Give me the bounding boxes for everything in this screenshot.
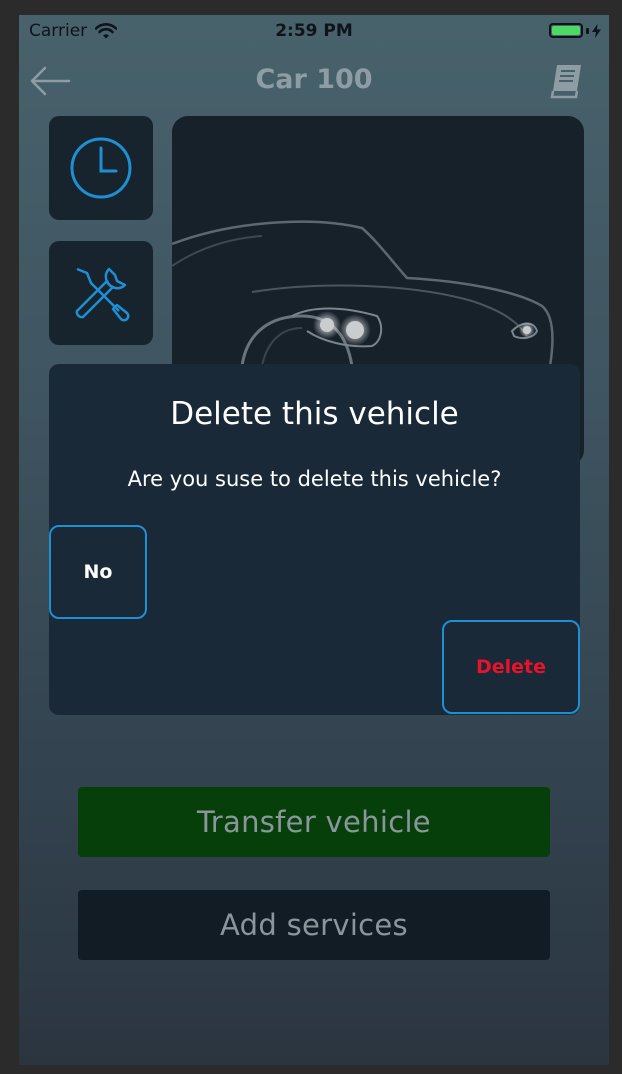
charging-bolt-icon — [592, 23, 601, 38]
clock-icon — [70, 137, 132, 199]
dialog-title: Delete this vehicle — [170, 396, 459, 432]
book-icon[interactable] — [547, 61, 587, 101]
no-button[interactable]: No — [49, 525, 147, 619]
app-screen: Carrier 2:59 PM Car 100 Transfer vehicle… — [19, 15, 609, 1065]
battery-indicator — [549, 23, 601, 38]
dialog-message: Are you suse to delete this vehicle? — [127, 467, 502, 491]
status-bar: Carrier 2:59 PM — [19, 15, 609, 49]
delete-button[interactable]: Delete — [442, 620, 580, 714]
history-button[interactable] — [49, 116, 153, 220]
status-time: 2:59 PM — [275, 21, 353, 41]
page-title: Car 100 — [255, 64, 373, 95]
add-services-button[interactable]: Add services — [78, 890, 550, 960]
battery-fill — [552, 26, 580, 35]
delete-dialog: Delete this vehicle Are you suse to dele… — [49, 364, 580, 715]
nav-bar: Car 100 — [19, 59, 609, 103]
wrench-screwdriver-icon — [75, 267, 130, 322]
transfer-vehicle-button[interactable]: Transfer vehicle — [78, 787, 550, 857]
services-button[interactable] — [49, 241, 153, 345]
